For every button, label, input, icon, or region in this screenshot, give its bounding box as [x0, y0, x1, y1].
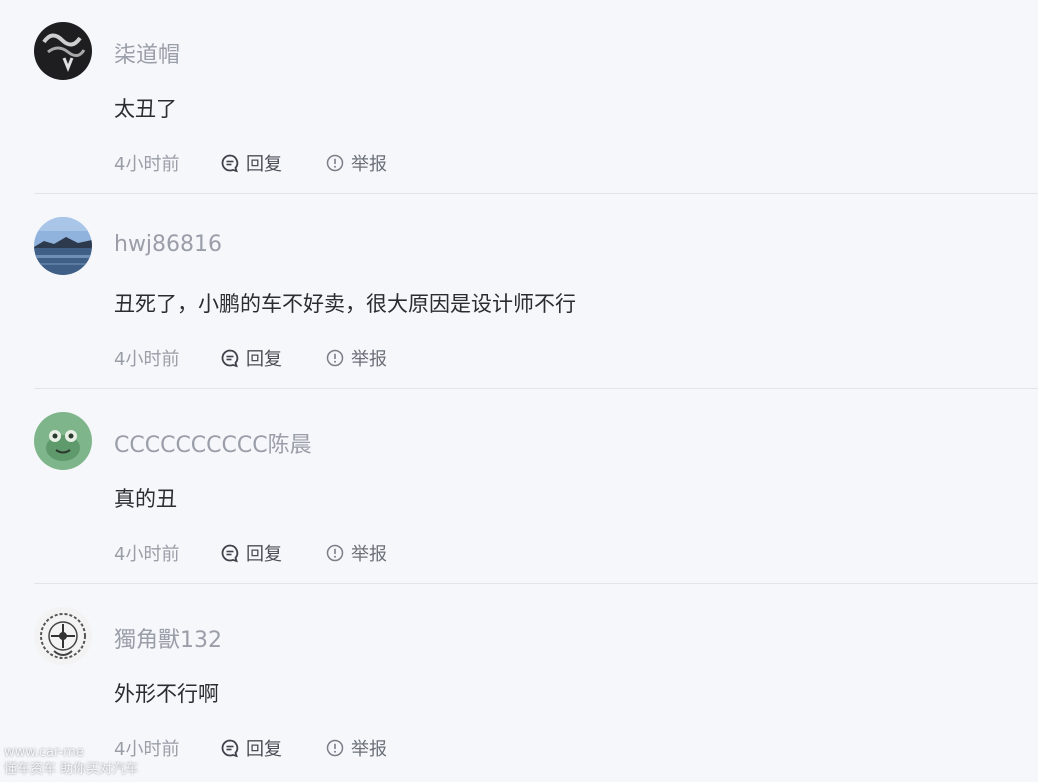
username[interactable]: CCCCCCCCCC陈晨 [114, 427, 312, 459]
comment-text: 太丑了 [114, 97, 177, 121]
report-button[interactable]: 举报 [325, 735, 387, 761]
username[interactable]: 柒道帽 [114, 37, 180, 69]
reply-button[interactable]: 回复 [220, 735, 282, 761]
exclamation-circle-icon [326, 154, 344, 172]
username[interactable]: hwj86816 [114, 232, 222, 257]
comment-item: CCCCCCCCCC陈晨 真的丑 4小时前 回复 举报 [0, 390, 1038, 585]
timestamp: 4小时前 [114, 544, 180, 565]
exclamation-circle-icon [326, 739, 344, 757]
dark-graffiti-avatar-icon [34, 22, 92, 80]
green-frog-avatar-icon [34, 412, 92, 470]
report-label: 举报 [351, 154, 387, 175]
exclamation-circle-icon [326, 349, 344, 367]
comment-text: 外形不行啊 [114, 682, 219, 706]
watermark-line2: 懂车资车 助你买对汽车 [4, 762, 139, 777]
report-label: 举报 [351, 349, 387, 370]
divider [34, 193, 1038, 194]
divider [34, 388, 1038, 389]
reply-button[interactable]: 回复 [220, 540, 282, 566]
reply-label: 回复 [246, 154, 282, 175]
comment-item: 柒道帽 太丑了 4小时前 回复 举报 [0, 0, 1038, 195]
exclamation-circle-icon [326, 544, 344, 562]
reply-button[interactable]: 回复 [220, 345, 282, 371]
avatar[interactable] [34, 412, 92, 470]
comment-bubble-icon [221, 739, 239, 758]
avatar[interactable] [34, 217, 92, 275]
lake-landscape-avatar-icon [34, 217, 92, 275]
report-label: 举报 [351, 739, 387, 760]
divider [34, 583, 1038, 584]
ornamental-emblem-avatar-icon [34, 607, 92, 665]
timestamp: 4小时前 [114, 154, 180, 175]
avatar[interactable] [34, 607, 92, 665]
watermark-line1: www.car-me [4, 745, 84, 760]
username[interactable]: 獨角獸132 [114, 622, 222, 654]
reply-button[interactable]: 回复 [220, 150, 282, 176]
comment-bubble-icon [221, 154, 239, 173]
report-button[interactable]: 举报 [325, 540, 387, 566]
timestamp: 4小时前 [114, 349, 180, 370]
comment-bubble-icon [221, 349, 239, 368]
comment-item: hwj86816 丑死了，小鹏的车不好卖，很大原因是设计师不行 4小时前 回复 … [0, 195, 1038, 390]
avatar[interactable] [34, 22, 92, 80]
watermark: www.car-me 懂车资车 助你买对汽车 [4, 744, 204, 778]
report-label: 举报 [351, 544, 387, 565]
reply-label: 回复 [246, 544, 282, 565]
report-button[interactable]: 举报 [325, 150, 387, 176]
reply-label: 回复 [246, 739, 282, 760]
comment-text: 真的丑 [114, 487, 177, 511]
report-button[interactable]: 举报 [325, 345, 387, 371]
comment-bubble-icon [221, 544, 239, 563]
reply-label: 回复 [246, 349, 282, 370]
comment-text: 丑死了，小鹏的车不好卖，很大原因是设计师不行 [114, 292, 576, 316]
